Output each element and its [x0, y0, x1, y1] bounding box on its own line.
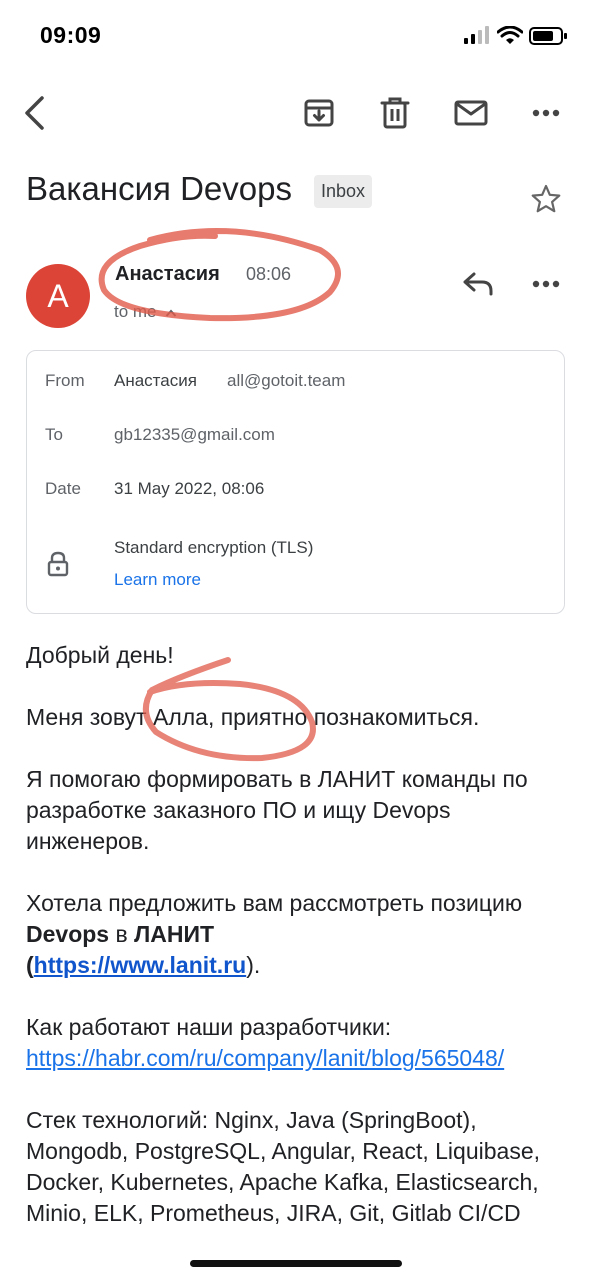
mail-icon[interactable] [449, 91, 493, 135]
paragraph-offer: Хотела предложить вам рассмотреть позици… [26, 888, 571, 981]
more-icon[interactable] [524, 91, 568, 135]
recipient-toggle[interactable]: to me [114, 302, 177, 322]
learn-more-link[interactable]: Learn more [114, 570, 201, 590]
archive-icon[interactable] [297, 91, 341, 135]
blog-text: Как работают наши разработчики: [26, 1014, 392, 1040]
avatar[interactable]: A [26, 264, 90, 328]
home-indicator[interactable] [190, 1260, 402, 1267]
from-label: From [45, 371, 85, 390]
chevron-up-icon [165, 302, 177, 322]
offer-text: Хотела предложить вам рассмотреть позици… [26, 890, 523, 916]
recipient-summary: to me [114, 302, 157, 321]
greeting: Добрый день! [26, 642, 174, 668]
date-label: Date [45, 479, 81, 498]
lanit-link[interactable]: https://www.lanit.ru [34, 952, 247, 978]
reply-icon[interactable] [456, 262, 500, 306]
offer-position: Devops [26, 921, 110, 947]
email-subject: Вакансия Devops [26, 170, 292, 207]
signal-icon [463, 26, 491, 51]
battery-icon [529, 26, 569, 51]
from-email[interactable]: all@gotoit.team [227, 371, 345, 391]
to-value[interactable]: gb12335@gmail.com [114, 425, 275, 445]
trash-icon[interactable] [373, 91, 417, 135]
habr-link[interactable]: https://habr.com/ru/company/lanit/blog/5… [26, 1045, 504, 1071]
offer-paren-open: ( [26, 952, 34, 978]
paragraph-role: Я помогаю формировать в ЛАНИТ команды по… [26, 766, 528, 854]
lock-icon [47, 551, 69, 582]
message-more-icon[interactable] [524, 262, 568, 306]
offer-company: ЛАНИТ [134, 921, 215, 947]
encryption-text: Standard encryption (TLS) [114, 538, 314, 557]
status-time: 09:09 [40, 22, 102, 48]
paragraph-stack: Стек технологий: Nginx, Java (SpringBoot… [26, 1107, 540, 1226]
habr-link-text: https://habr.com/ru/company/lanit/blog/5… [26, 1045, 505, 1071]
intro-line: Меня зовут Алла, приятно познакомиться. [26, 704, 480, 730]
sender-name: Анастасия [115, 263, 220, 285]
back-arrow-icon[interactable] [12, 91, 56, 135]
offer-text-mid: в [109, 921, 135, 947]
offer-paren-close: ). [246, 952, 261, 978]
to-label: To [45, 425, 63, 444]
star-icon[interactable] [524, 177, 568, 221]
wifi-icon [496, 25, 524, 51]
sent-time: 08:06 [246, 264, 292, 284]
date-value: 31 May 2022, 08:06 [114, 479, 265, 498]
from-name: Анастасия [114, 371, 197, 390]
inbox-label-chip[interactable]: Inbox [314, 175, 373, 208]
paragraph-blog: Как работают наши разработчики: https://h… [26, 1012, 571, 1074]
email-body: Добрый день! Меня зовут Алла, приятно по… [26, 640, 571, 1260]
